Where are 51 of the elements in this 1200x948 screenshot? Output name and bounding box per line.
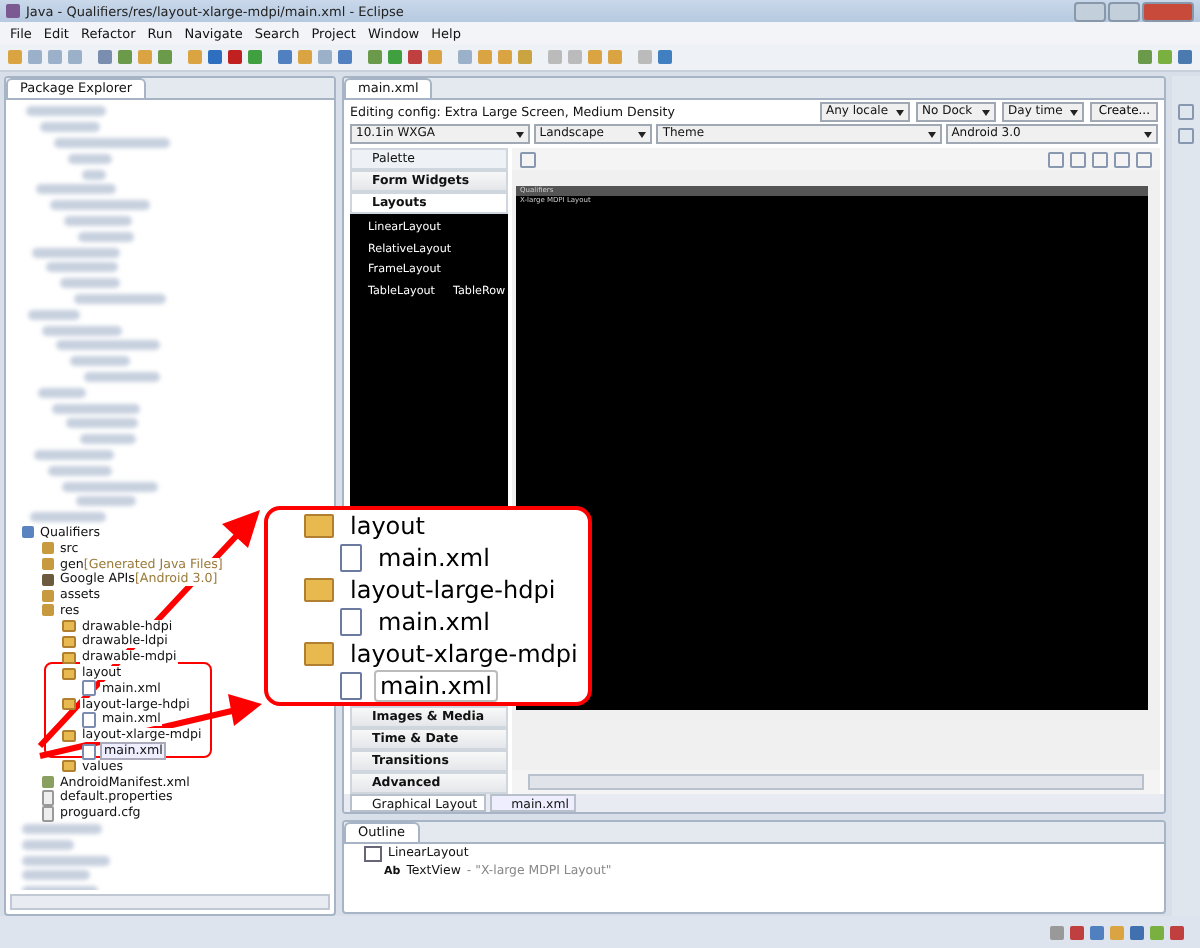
blurred-tree-item [42,325,122,336]
blurred-tree-item [38,387,86,398]
file-icon [340,672,362,700]
tree-item: layout [348,512,427,540]
blurred-tree-item [28,309,80,320]
blurred-tree-item [70,356,130,367]
blurred-tree-item [22,824,102,835]
blurred-tree-item [50,200,150,211]
blurred-tree-item [84,371,160,382]
blurred-tree-item [68,153,112,164]
blurred-tree-item [54,137,170,148]
blurred-tree-item [52,403,140,414]
blurred-tree-item [34,449,114,460]
blurred-tree-item [22,839,74,850]
blurred-tree-item [36,184,116,195]
tree-item: layout-large-hdpi [348,576,558,604]
file-icon [304,578,334,602]
blurred-tree-item [64,215,132,226]
scrollbar[interactable] [528,774,1144,790]
blurred-tree-item [22,870,90,881]
file-icon [304,642,334,666]
blurred-tree-item [62,481,158,492]
tree-item: main.xml [376,608,492,636]
blurred-tree-item [48,465,112,476]
tree-item: layout-xlarge-mdpi [348,640,580,668]
app-icon [6,4,20,18]
blurred-tree-item [60,278,120,289]
blurred-tree-item [76,496,136,507]
blurred-tree-item [30,512,106,523]
blurred-tree-item [32,247,120,258]
file-icon [340,608,362,636]
layout-icon [364,845,382,861]
blurred-tree-item [40,122,100,133]
blurred-tree-item [22,855,110,866]
tree-item: main.xml [374,670,498,702]
tree-item: main.xml [376,544,492,572]
blurred-tree-item [46,262,118,273]
scrollbar[interactable] [10,894,330,910]
minimize-button[interactable] [1074,1,1106,21]
blurred-tree-item [74,293,166,304]
blurred-tree-item [26,106,106,117]
file-icon [340,544,362,572]
blurred-tree-item [80,434,136,445]
maximize-button[interactable] [1108,1,1140,21]
blurred-tree-item [78,231,134,242]
layout-icon[interactable] [520,151,536,167]
file-icon [304,514,334,538]
close-button[interactable] [1142,1,1194,21]
blurred-tree-item [66,418,138,429]
blurred-tree-item [82,169,106,180]
blurred-tree-item [56,340,160,351]
